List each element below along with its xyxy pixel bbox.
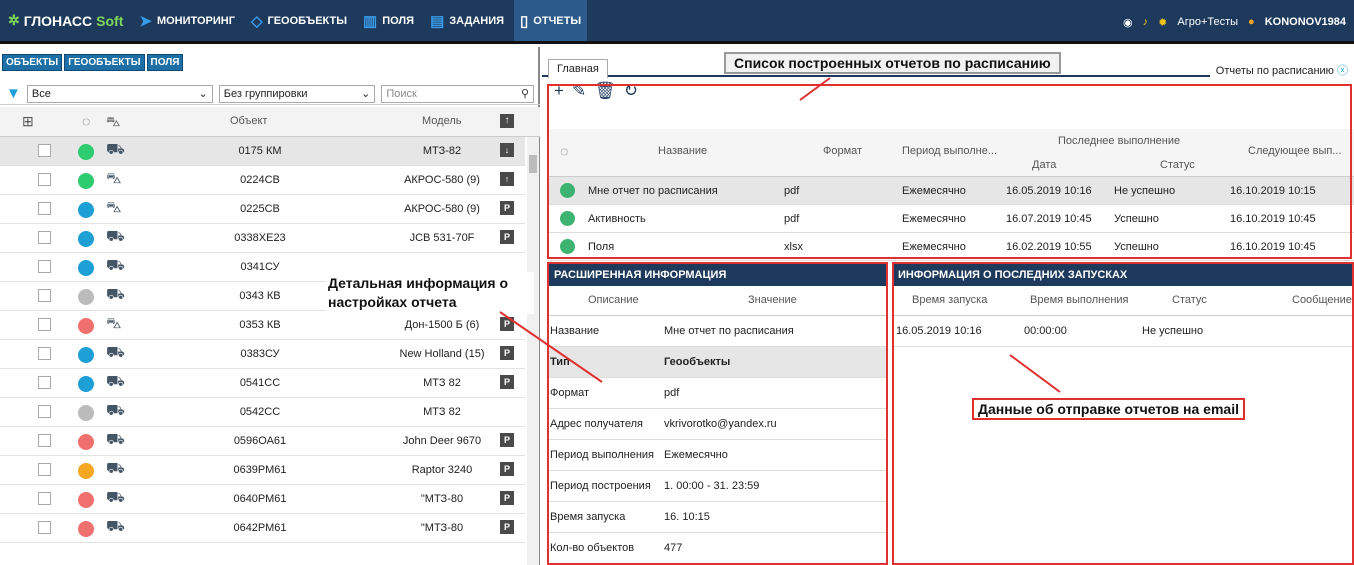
- arrow-line: [799, 77, 831, 101]
- arrow-line: [499, 311, 603, 383]
- annotation-arrows: [499, 77, 1061, 393]
- arrow-line: [1009, 354, 1061, 393]
